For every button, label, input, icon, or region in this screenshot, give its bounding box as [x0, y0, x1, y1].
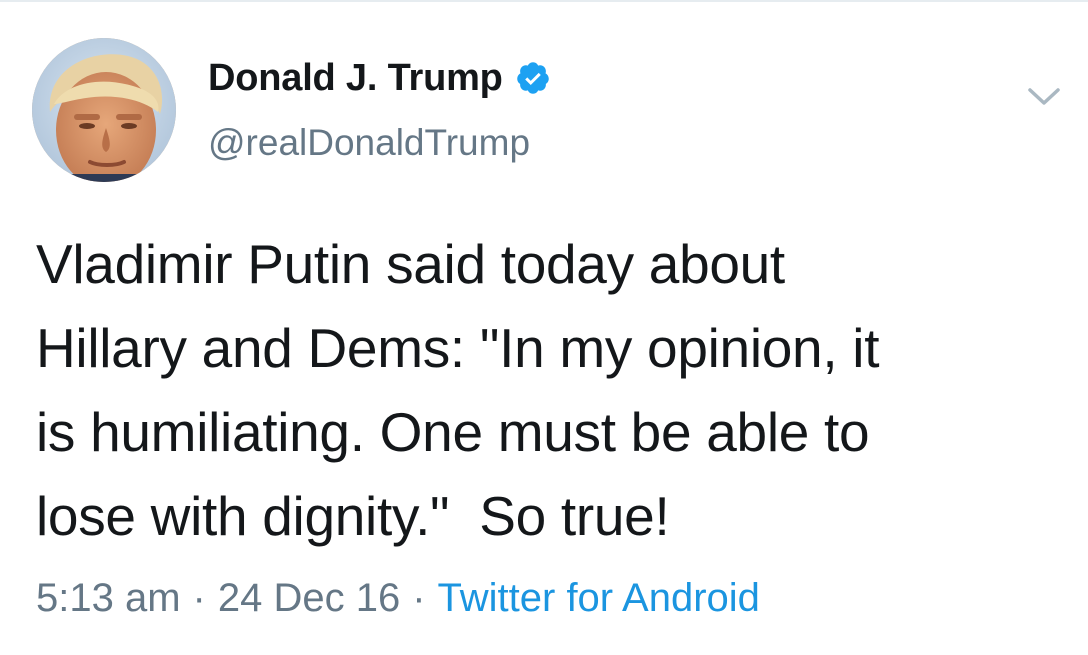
- tweet-metadata: 5:13 am · 24 Dec 16 · Twitter for Androi…: [36, 572, 760, 624]
- display-name[interactable]: Donald J. Trump: [208, 57, 503, 100]
- author-name-row[interactable]: Donald J. Trump: [208, 54, 551, 102]
- separator-dot: ·: [192, 576, 206, 620]
- separator-dot: ·: [412, 576, 426, 620]
- tweet-card: Donald J. Trump @realDonaldTrump Vladimi…: [0, 0, 1088, 655]
- username-handle[interactable]: @realDonaldTrump: [208, 122, 530, 164]
- chevron-down-icon[interactable]: [1026, 86, 1062, 108]
- divider: [0, 0, 1088, 2]
- tweet-date[interactable]: 24 Dec 16: [218, 572, 400, 624]
- tweet-time[interactable]: 5:13 am: [36, 572, 181, 624]
- tweet-text: Vladimir Putin said today about Hillary …: [36, 233, 880, 547]
- tweet-source-link[interactable]: Twitter for Android: [438, 572, 760, 624]
- verified-badge-icon: [515, 60, 551, 96]
- avatar[interactable]: [32, 38, 176, 182]
- avatar-image: [32, 38, 176, 182]
